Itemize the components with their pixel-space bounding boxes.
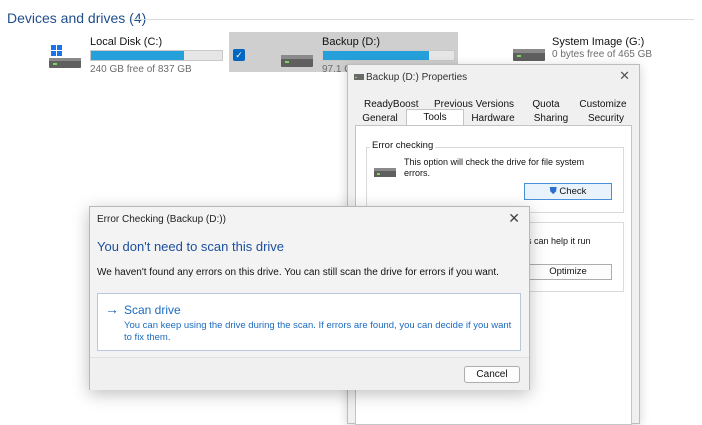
hard-drive-icon bbox=[281, 55, 313, 67]
drive-free-text: 240 GB free of 837 GB bbox=[90, 64, 192, 75]
tab-security[interactable]: Security bbox=[582, 111, 630, 126]
arrow-right-icon: → bbox=[105, 301, 119, 317]
hard-drive-icon bbox=[513, 49, 545, 61]
scan-drive-title: Scan drive bbox=[124, 303, 181, 317]
scan-drive-description: You can keep using the drive during the … bbox=[124, 320, 512, 343]
drive-usage-bar bbox=[322, 50, 455, 61]
drive-usage-fill bbox=[91, 51, 184, 60]
check-button-label: Check bbox=[559, 186, 587, 197]
tab-hardware[interactable]: Hardware bbox=[468, 111, 518, 126]
scan-drive-option[interactable]: → Scan drive You can keep using the driv… bbox=[97, 293, 521, 351]
optimize-description: s can help it run bbox=[527, 236, 591, 246]
dialog-message: We haven't found any errors on this driv… bbox=[97, 267, 499, 278]
section-title: Devices and drives (4) bbox=[7, 10, 147, 26]
windows-drive-icon bbox=[49, 45, 81, 68]
tab-sharing[interactable]: Sharing bbox=[526, 111, 576, 126]
drive-name: Local Disk (C:) bbox=[90, 36, 163, 48]
dialog-title: Backup (D:) Properties bbox=[366, 72, 468, 83]
dialog-title: Error Checking (Backup (D:)) bbox=[97, 214, 226, 225]
drive-select-checkbox[interactable]: ✓ bbox=[233, 49, 245, 61]
dialog-heading: You don't need to scan this drive bbox=[97, 239, 285, 254]
check-button[interactable]: ⛊ Check bbox=[524, 183, 612, 200]
drive-name: Backup (D:) bbox=[322, 36, 381, 48]
section-divider bbox=[132, 19, 694, 20]
drive-usage-bar bbox=[90, 50, 223, 61]
drive-free-text: 0 bytes free of 465 GB bbox=[552, 49, 653, 60]
drive-name: System Image (G:) bbox=[552, 36, 645, 48]
group-label: Error checking bbox=[370, 140, 436, 151]
drive-usage-fill bbox=[323, 51, 430, 60]
hard-drive-icon bbox=[374, 168, 396, 177]
tab-customize[interactable]: Customize bbox=[578, 97, 628, 112]
cancel-button[interactable]: Cancel bbox=[464, 366, 520, 383]
drive-item-c[interactable]: Local Disk (C:) 240 GB free of 837 GB bbox=[48, 36, 228, 82]
tab-general[interactable]: General bbox=[358, 111, 402, 126]
hard-drive-icon bbox=[354, 74, 364, 80]
close-icon[interactable]: ✕ bbox=[508, 210, 520, 227]
error-checking-description: This option will check the drive for fil… bbox=[404, 157, 585, 178]
shield-icon: ⛊ bbox=[549, 186, 557, 197]
tab-quota[interactable]: Quota bbox=[528, 97, 564, 112]
optimize-button[interactable]: Optimize bbox=[524, 264, 612, 280]
error-checking-dialog: Error Checking (Backup (D:)) ✕ You don't… bbox=[89, 206, 530, 390]
close-button[interactable]: ✕ bbox=[619, 68, 630, 84]
